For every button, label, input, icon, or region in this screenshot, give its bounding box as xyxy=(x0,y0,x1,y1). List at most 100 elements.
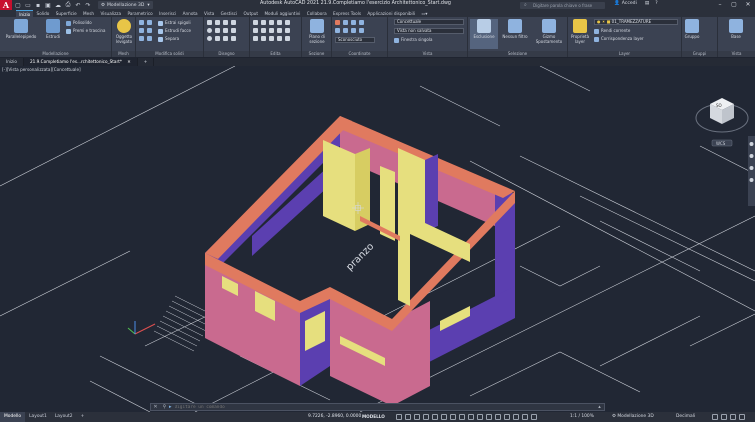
ucs-z-icon[interactable] xyxy=(351,28,356,33)
transparency-icon[interactable] xyxy=(468,414,474,420)
partition-5[interactable] xyxy=(398,206,410,306)
slice-icon[interactable] xyxy=(139,36,144,41)
workspace-dropdown[interactable]: ⚙ Modellazione 3D ▾ xyxy=(98,1,153,9)
group-button[interactable]: Gruppo xyxy=(683,19,701,49)
panel-title-sezione[interactable]: Sezione xyxy=(302,51,331,57)
rotate-icon[interactable] xyxy=(261,20,266,25)
join-icon[interactable] xyxy=(269,36,274,41)
arc-icon[interactable] xyxy=(223,20,228,25)
trim-icon[interactable] xyxy=(269,20,274,25)
navigation-bar[interactable] xyxy=(748,136,755,206)
close-tab-icon[interactable]: ✕ xyxy=(127,59,131,64)
viewport-controls-label[interactable]: [-][Vista personalizzata][Concettuale] xyxy=(2,67,81,72)
region-icon[interactable] xyxy=(223,36,228,41)
extract-edges-button[interactable]: Estrai spigoli xyxy=(158,19,191,26)
close-icon[interactable]: ✕ xyxy=(741,0,755,10)
quick-properties-icon[interactable] xyxy=(712,414,718,420)
add-layout-button[interactable]: + xyxy=(77,412,89,422)
layout-tab-1[interactable]: Layout1 xyxy=(25,412,51,422)
dynamic-ucs-icon[interactable] xyxy=(495,414,501,420)
new-tab-button[interactable]: + xyxy=(138,58,155,66)
fillet-icon[interactable] xyxy=(261,28,266,33)
circle-icon[interactable] xyxy=(207,28,212,33)
presspull-button[interactable]: Premi e trascina xyxy=(66,27,105,34)
3d-osnap-icon[interactable] xyxy=(486,414,492,420)
gizmo-button[interactable]: Gizmo Spostamento xyxy=(532,19,566,49)
cloud-icon[interactable]: ☁ xyxy=(54,1,62,9)
rectangle-icon[interactable] xyxy=(215,28,220,33)
drawing-viewport[interactable]: pranzo SO WCS [-][Vista personalizzata][… xyxy=(0,66,755,412)
tab-annota[interactable]: Annota xyxy=(179,10,200,17)
helix-icon[interactable] xyxy=(231,36,236,41)
align-icon[interactable] xyxy=(277,36,282,41)
fullscreen-icon[interactable] xyxy=(730,414,736,420)
ucs-3point-icon[interactable] xyxy=(351,20,356,25)
partition-4[interactable] xyxy=(410,216,470,262)
customization-icon[interactable] xyxy=(739,414,745,420)
tab-applicazioni-disponibili[interactable]: Applicazioni disponibili xyxy=(364,10,418,17)
building-model[interactable]: pranzo xyxy=(205,116,515,406)
isolate-button[interactable]: Esclusione xyxy=(470,19,498,49)
account-button[interactable]: 👤 Accedi ▤ ? xyxy=(614,1,658,6)
panel-title-edita[interactable]: Edita xyxy=(250,51,301,57)
break-icon[interactable] xyxy=(285,36,290,41)
annotation-scale[interactable]: 1:1 / 100% xyxy=(570,412,594,422)
base-view-button[interactable]: Base xyxy=(722,19,750,49)
save-as-icon[interactable]: ▣ xyxy=(44,1,52,9)
lineweight-icon[interactable] xyxy=(459,414,465,420)
new-file-icon[interactable]: ▢ xyxy=(14,1,22,9)
panel-title-vista-2[interactable]: Vista xyxy=(718,51,755,57)
workspace-switch[interactable]: ⚙ Modellazione 3D xyxy=(612,412,654,422)
extrude-button[interactable]: Estrudi xyxy=(42,19,64,49)
help-icon[interactable]: ? xyxy=(655,1,657,6)
model-canvas[interactable]: pranzo SO WCS xyxy=(0,66,755,412)
tab-output[interactable]: Output xyxy=(240,10,261,17)
subtract-icon[interactable] xyxy=(147,20,152,25)
extrude-faces-button[interactable]: Estrudi facce xyxy=(158,27,191,34)
layout-tab-2[interactable]: Layout2 xyxy=(51,412,77,422)
layer-dropdown[interactable]: ● ☀ ■ 01_TRAMEZZATURE xyxy=(594,19,678,25)
panel-title-mesh[interactable]: Mesh xyxy=(112,51,135,57)
line-icon[interactable] xyxy=(207,20,212,25)
section-plane-button[interactable]: Piano di sezione xyxy=(303,19,331,49)
cart-icon[interactable]: ▤ xyxy=(645,1,649,6)
ucs-icon[interactable] xyxy=(335,20,340,25)
ucs-world-icon[interactable] xyxy=(343,20,348,25)
command-input[interactable] xyxy=(174,404,595,410)
tab-solido[interactable]: Solido xyxy=(33,10,52,17)
move-icon[interactable] xyxy=(253,20,258,25)
tab-express-tools[interactable]: Express Tools xyxy=(330,10,364,17)
annotation-icon[interactable] xyxy=(513,414,519,420)
pan-icon[interactable] xyxy=(749,154,754,158)
viewcube[interactable]: SO WCS xyxy=(695,98,749,147)
hatch-icon[interactable] xyxy=(223,28,228,33)
gizmo-toggle-icon[interactable] xyxy=(504,414,510,420)
partition-3-side[interactable] xyxy=(425,154,438,231)
ucs-y-icon[interactable] xyxy=(343,28,348,33)
object-snap-tracking-icon[interactable] xyxy=(441,414,447,420)
file-tab-start[interactable]: Inizio xyxy=(0,58,24,66)
scale-icon[interactable] xyxy=(277,28,282,33)
separate-button[interactable]: Separa xyxy=(158,35,179,42)
partition-1[interactable] xyxy=(323,140,355,231)
snap-icon[interactable] xyxy=(405,414,411,420)
maximize-icon[interactable]: ▢ xyxy=(727,0,741,10)
make-current-button[interactable]: Rendi corrente xyxy=(594,27,630,34)
file-tab-drawing[interactable]: 21.9.Completiamo l'es...rchitettonico_St… xyxy=(23,58,138,66)
tab-moduli-aggiuntivi[interactable]: Moduli aggiuntivi xyxy=(261,10,303,17)
intersect-icon[interactable] xyxy=(139,28,144,33)
search-input[interactable]: ⌕ Digitare parola chiave o frase xyxy=(520,1,605,9)
tab-parametrico[interactable]: Parametrico xyxy=(124,10,156,17)
tab-gestisci[interactable]: Gestisci xyxy=(217,10,240,17)
mirror-icon[interactable] xyxy=(253,28,258,33)
panel-title-selezione[interactable]: Selezione xyxy=(468,51,567,57)
tab-visualizza[interactable]: Visualizza xyxy=(97,10,124,17)
tab-inserisci[interactable]: Inserisci xyxy=(156,10,180,17)
union-icon[interactable] xyxy=(139,20,144,25)
isolate-objects-icon[interactable] xyxy=(721,414,727,420)
explode-icon[interactable] xyxy=(261,36,266,41)
ellipse-icon[interactable] xyxy=(207,36,212,41)
smooth-object-button[interactable]: Oggetto levigato xyxy=(112,19,136,49)
ucs-x-icon[interactable] xyxy=(335,28,340,33)
annotation-visibility-icon[interactable] xyxy=(531,414,537,420)
